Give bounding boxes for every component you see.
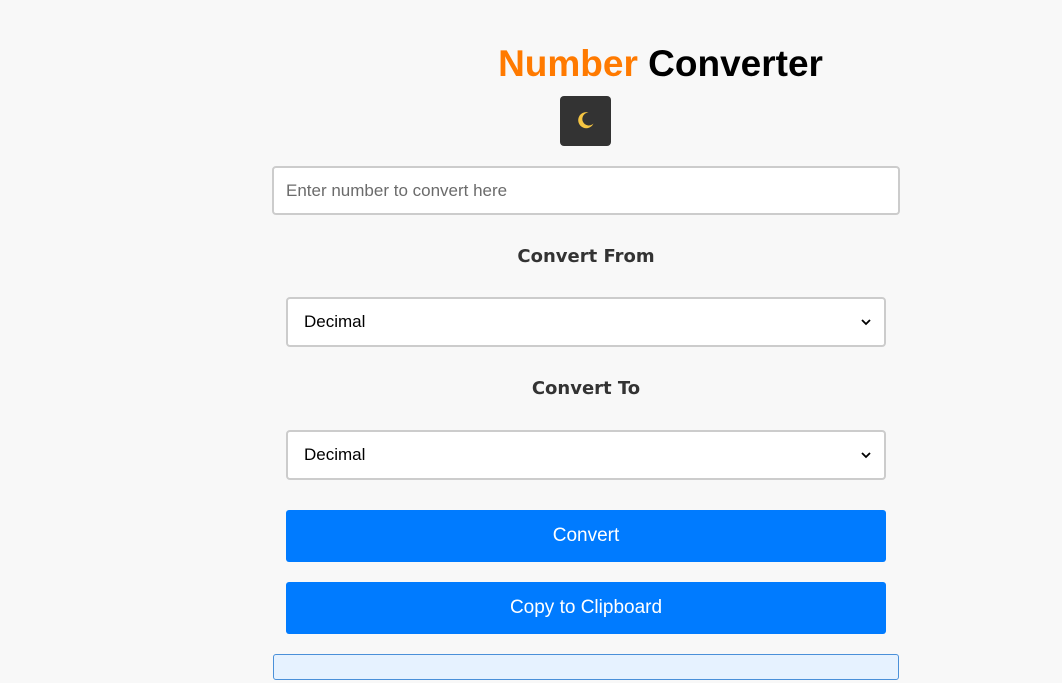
page-title-rest: Converter bbox=[648, 43, 823, 84]
page-title: Number Converter bbox=[0, 40, 1062, 88]
chevron-down-icon bbox=[860, 316, 872, 328]
page-title-highlight: Number bbox=[498, 43, 638, 84]
convert-to-label: Convert To bbox=[531, 378, 641, 399]
convert-button[interactable]: Convert bbox=[286, 510, 886, 562]
convert-from-selected-value: Decimal bbox=[304, 312, 366, 331]
number-input[interactable] bbox=[272, 166, 900, 215]
convert-to-select[interactable]: Decimal bbox=[286, 430, 886, 480]
convert-from-label: Convert From bbox=[517, 246, 655, 267]
convert-from-select[interactable]: Decimal bbox=[286, 297, 886, 347]
result-output bbox=[273, 654, 899, 680]
convert-to-selected-value: Decimal bbox=[304, 445, 366, 464]
chevron-down-icon bbox=[860, 449, 872, 461]
crescent-moon-icon bbox=[576, 110, 596, 133]
number-converter-page: Number Converter Convert From Decimal Co… bbox=[0, 0, 1062, 683]
theme-toggle-button[interactable] bbox=[560, 96, 611, 146]
copy-to-clipboard-button[interactable]: Copy to Clipboard bbox=[286, 582, 886, 634]
